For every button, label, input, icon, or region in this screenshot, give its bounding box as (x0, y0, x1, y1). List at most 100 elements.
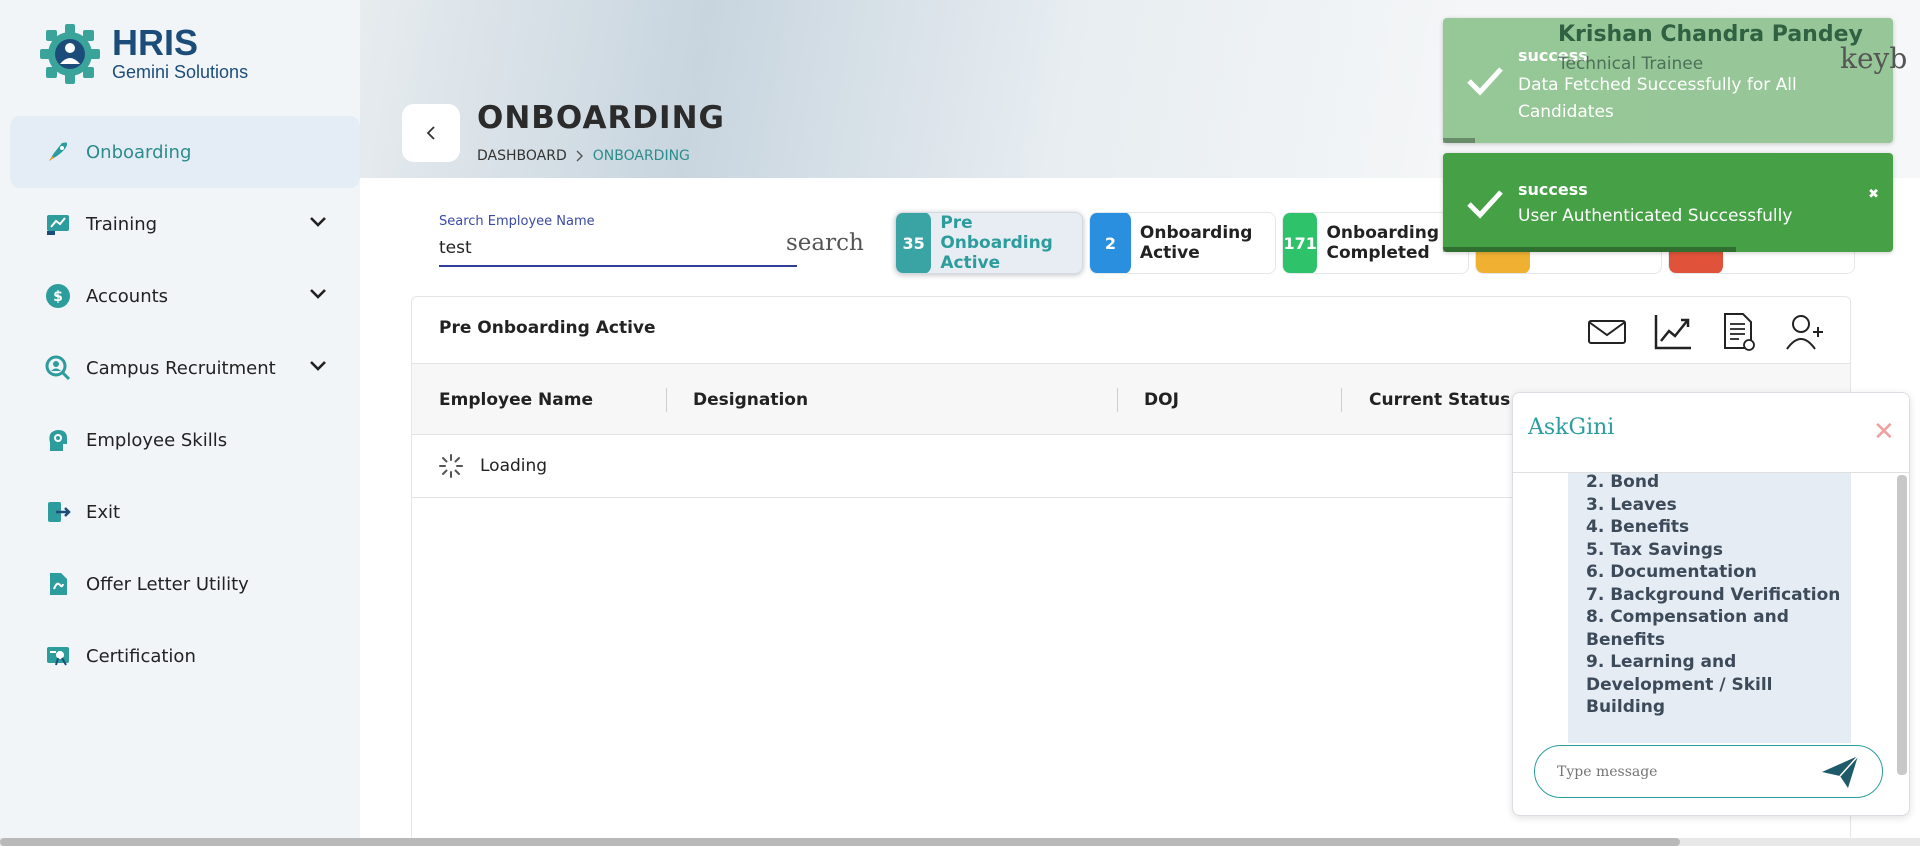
close-icon[interactable]: ✕ (1873, 417, 1895, 447)
certificate-icon (44, 642, 72, 670)
chat-topic-list: 2. Bond 3. Leaves 4. Benefits 5. Tax Sav… (1586, 473, 1846, 719)
chat-message-bubble: 2. Bond 3. Leaves 4. Benefits 5. Tax Sav… (1568, 473, 1851, 743)
sidebar-item-accounts[interactable]: $ Accounts (10, 260, 360, 332)
stat-card-onboarding-active[interactable]: 2 Onboarding Active (1089, 212, 1276, 274)
sidebar-item-label: Employee Skills (86, 429, 228, 451)
check-icon (1467, 67, 1503, 96)
breadcrumb: DASHBOARD ONBOARDING (477, 148, 690, 164)
chevron-down-icon[interactable] (308, 284, 328, 304)
toast-progress-bar (1443, 247, 1736, 252)
panel-title: Pre Onboarding Active (439, 318, 656, 338)
exit-icon (44, 498, 72, 526)
chat-message-input[interactable] (1557, 761, 1807, 783)
toast-progress-bar (1443, 138, 1475, 143)
logo-subtitle: Gemini Solutions (112, 62, 249, 82)
skills-head-icon (44, 426, 72, 454)
user-role: Technical Trainee (1558, 54, 1704, 74)
list-item: 8. Compensation and Benefits (1586, 607, 1789, 650)
askgini-chat: AskGini ✕ 2. Bond 3. Leaves 4. Benefits … (1512, 392, 1910, 816)
rocket-icon (44, 138, 72, 166)
list-item: 3. Leaves (1586, 494, 1677, 515)
toast-title: success (1518, 180, 1588, 199)
chat-header: AskGini ✕ (1513, 393, 1909, 473)
stat-count: 171 (1283, 213, 1318, 273)
send-icon[interactable] (1820, 754, 1860, 790)
breadcrumb-dashboard[interactable]: DASHBOARD (477, 148, 567, 164)
toast-user-authenticated[interactable]: success User Authenticated Successfully … (1443, 153, 1893, 252)
page-title: ONBOARDING (477, 100, 725, 136)
list-item: 9. Learning and Development / Skill Buil… (1586, 652, 1773, 717)
spinner-icon (439, 454, 463, 478)
search-input[interactable] (439, 235, 719, 261)
sidebar-item-exit[interactable]: Exit (10, 476, 360, 548)
sidebar-item-offer-letter-utility[interactable]: Offer Letter Utility (10, 548, 360, 620)
stat-count: 35 (896, 213, 932, 273)
sidebar-nav: Onboarding Training $ Accounts Campus Re… (10, 116, 360, 692)
column-header-designation[interactable]: Designation (693, 390, 808, 410)
breadcrumb-onboarding: ONBOARDING (592, 148, 690, 164)
sidebar: HRIS Gemini Solutions Onboarding Trainin… (0, 0, 360, 846)
list-item: 2. Bond (1586, 473, 1660, 492)
chevron-down-icon[interactable] (308, 356, 328, 376)
column-header-employee-name[interactable]: Employee Name (439, 390, 593, 410)
toast-message: Data Fetched Successfully for All Candid… (1518, 75, 1797, 122)
logo: HRIS Gemini Solutions (38, 22, 248, 86)
trend-chart-icon[interactable] (1640, 309, 1706, 355)
column-divider (1117, 388, 1118, 412)
check-icon (1467, 190, 1503, 219)
stat-label: Pre Onboarding Active (940, 213, 1053, 273)
close-icon[interactable]: ✖ (1868, 187, 1879, 202)
chevron-left-icon (426, 126, 435, 140)
column-header-current-status[interactable]: Current Status (1369, 390, 1510, 410)
keyboard-icon: keyb (1840, 42, 1908, 75)
mail-icon[interactable] (1574, 309, 1640, 355)
scrollbar-thumb[interactable] (0, 838, 1680, 846)
sidebar-item-label: Training (86, 213, 158, 235)
sidebar-item-label: Accounts (86, 285, 169, 307)
add-user-icon[interactable] (1772, 309, 1838, 355)
chat-input-wrapper (1534, 745, 1883, 798)
dollar-icon: $ (44, 282, 72, 310)
campus-search-icon (44, 354, 72, 382)
search-underline (439, 265, 797, 267)
sidebar-item-certification[interactable]: Certification (10, 620, 360, 692)
sidebar-item-label: Exit (86, 501, 121, 523)
sidebar-item-label: Campus Recruitment (86, 357, 276, 379)
list-item: 6. Documentation (1586, 562, 1757, 582)
chevron-down-icon[interactable] (308, 212, 328, 232)
sidebar-item-onboarding[interactable]: Onboarding (10, 116, 360, 188)
svg-text:$: $ (53, 289, 63, 305)
sidebar-item-training[interactable]: Training (10, 188, 360, 260)
chevron-right-icon (576, 150, 583, 162)
document-icon[interactable] (1706, 309, 1772, 355)
stat-count: 2 (1090, 213, 1131, 273)
back-button[interactable] (402, 104, 460, 162)
loading-text: Loading (480, 456, 548, 476)
training-icon (44, 210, 72, 238)
column-divider (1341, 388, 1342, 412)
search-label: Search Employee Name (439, 214, 595, 229)
stat-card-onboarding-completed[interactable]: 171 Onboarding Completed (1282, 212, 1469, 274)
column-divider (666, 388, 667, 412)
chat-scrollbar[interactable] (1897, 475, 1907, 775)
stat-card-pre-onboarding-active[interactable]: 35 Pre Onboarding Active (895, 212, 1083, 274)
search-icon[interactable]: search (786, 230, 864, 256)
sidebar-item-employee-skills[interactable]: Employee Skills (10, 404, 360, 476)
sidebar-item-label: Offer Letter Utility (86, 573, 249, 595)
column-header-doj[interactable]: DOJ (1144, 390, 1179, 410)
user-name: Krishan Chandra Pandey (1558, 22, 1863, 47)
sidebar-item-campus-recruitment[interactable]: Campus Recruitment (10, 332, 360, 404)
logo-title: HRIS (112, 22, 199, 63)
sidebar-item-label: Onboarding (86, 141, 192, 163)
chat-title: AskGini (1528, 415, 1615, 440)
search-field: Search Employee Name (426, 211, 822, 269)
panel-actions (1574, 309, 1838, 355)
horizontal-scrollbar[interactable] (0, 838, 1920, 846)
logo-gear-icon (40, 24, 100, 84)
list-item: 5. Tax Savings (1586, 539, 1723, 560)
list-item: 7. Background Verification (1586, 584, 1841, 605)
toast-message: User Authenticated Successfully (1518, 206, 1793, 226)
list-item: 4. Benefits (1586, 517, 1690, 537)
offer-letter-icon (44, 570, 72, 598)
sidebar-item-label: Certification (86, 645, 196, 667)
